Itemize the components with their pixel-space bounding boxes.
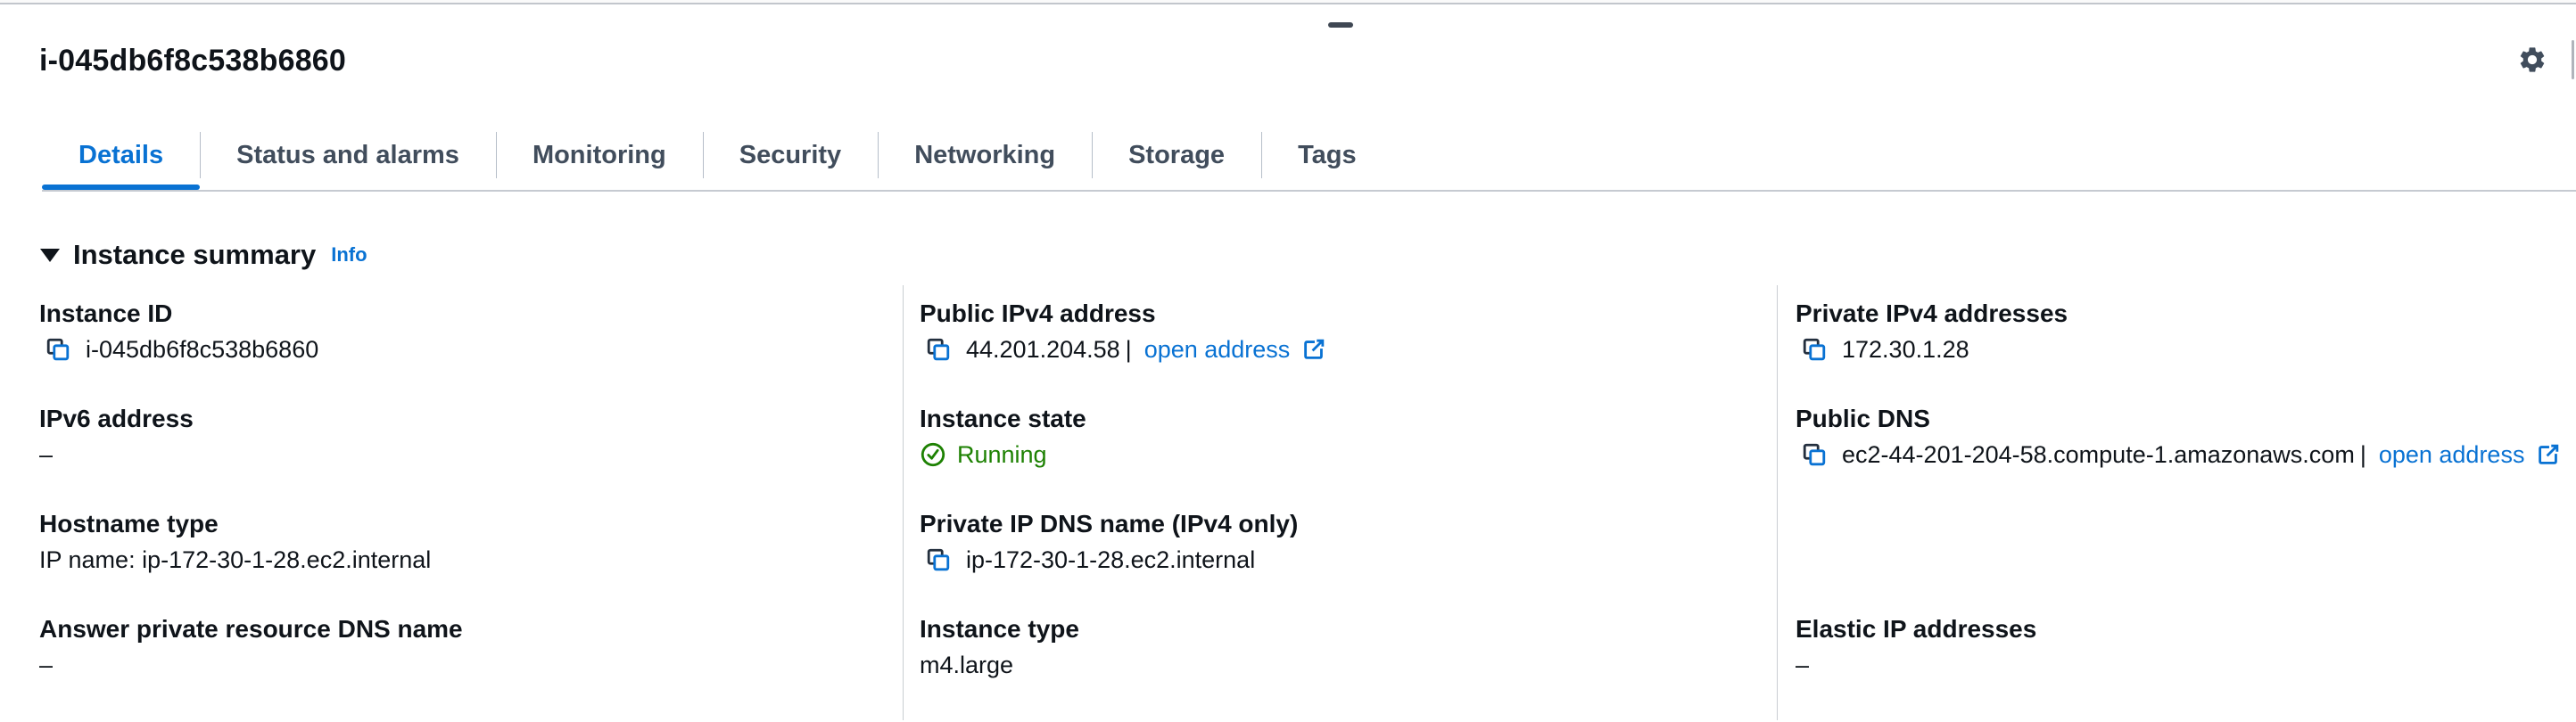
- field-value-row: –: [1796, 647, 2576, 683]
- copy-button[interactable]: [1801, 336, 1828, 363]
- tab-status-and-alarms[interactable]: Status and alarms: [200, 127, 496, 190]
- copy-button[interactable]: [45, 336, 71, 363]
- field-value: ec2-44-201-204-58.compute-1.amazonaws.co…: [1842, 437, 2355, 472]
- tab-storage[interactable]: Storage: [1092, 127, 1261, 190]
- tab-networking[interactable]: Networking: [878, 127, 1092, 190]
- copy-button[interactable]: [925, 336, 952, 363]
- field-value: IP name: ip-172-30-1-28.ec2.internal: [39, 542, 431, 578]
- preferences-button[interactable]: [2515, 44, 2549, 78]
- field-value: –: [39, 647, 53, 683]
- copy-icon: [1801, 441, 1828, 468]
- field-value-row: ec2-44-201-204-58.compute-1.amazonaws.co…: [1796, 437, 2576, 472]
- copy-button[interactable]: [925, 546, 952, 573]
- field-label: IPv6 address: [39, 403, 903, 435]
- tab-bar: DetailsStatus and alarmsMonitoringSecuri…: [42, 127, 2576, 192]
- info-link[interactable]: Info: [331, 243, 367, 267]
- copy-icon: [925, 546, 952, 573]
- field-label: Elastic IP addresses: [1796, 613, 2576, 645]
- field-value-row: ip-172-30-1-28.ec2.internal: [920, 542, 1777, 578]
- field-answer-private-resource-dns-name: Answer private resource DNS name–: [39, 613, 903, 683]
- tab-details[interactable]: Details: [42, 127, 200, 190]
- field-value: –: [39, 437, 53, 472]
- field-elastic-ip-addresses: Elastic IP addresses–: [1796, 613, 2576, 683]
- external-link-icon: [2535, 441, 2562, 468]
- field-label: Public DNS: [1796, 403, 2576, 435]
- field-label: Answer private resource DNS name: [39, 613, 903, 645]
- field-private-ipv4-addresses: Private IPv4 addresses172.30.1.28: [1796, 298, 2576, 367]
- field-label: Instance type: [920, 613, 1777, 645]
- field-label: Instance ID: [39, 298, 903, 330]
- section-title: Instance summary: [73, 236, 316, 274]
- tab-tags[interactable]: Tags: [1261, 127, 1393, 190]
- collapse-caret-icon[interactable]: [40, 249, 60, 262]
- field-value-row: –: [39, 647, 903, 683]
- copy-icon: [1801, 336, 1828, 363]
- field-label: Hostname type: [39, 508, 903, 540]
- open-address-link[interactable]: open address: [1144, 332, 1291, 367]
- field-value-row: i-045db6f8c538b6860: [39, 332, 903, 367]
- field-value-row: m4.large: [920, 647, 1777, 683]
- open-address-link[interactable]: open address: [2379, 437, 2525, 472]
- field-value: ip-172-30-1-28.ec2.internal: [966, 542, 1255, 578]
- field-value: 44.201.204.58: [966, 332, 1120, 367]
- field-value-row: 44.201.204.58| open address: [920, 332, 1777, 367]
- instance-details-panel: i-045db6f8c538b6860 DetailsStatus and al…: [0, 0, 2576, 722]
- field-hostname-type: Hostname typeIP name: ip-172-30-1-28.ec2…: [39, 508, 903, 578]
- copy-button[interactable]: [1801, 441, 1828, 468]
- copy-icon: [45, 336, 71, 363]
- status-success-icon: [920, 441, 946, 468]
- field-label: Private IPv4 addresses: [1796, 298, 2576, 330]
- field-value-row: Running: [920, 437, 1777, 472]
- summary-column-3: Private IPv4 addresses172.30.1.28 Public …: [1777, 285, 2576, 720]
- field-value-row: –: [39, 437, 903, 472]
- field-label: Instance state: [920, 403, 1777, 435]
- field-public-dns: Public DNSec2-44-201-204-58.compute-1.am…: [1796, 403, 2576, 472]
- value-link-separator: |: [1126, 336, 1132, 364]
- field-value: Running: [957, 437, 1047, 472]
- field-value-row: 172.30.1.28: [1796, 332, 2576, 367]
- field-instance-state: Instance stateRunning: [920, 403, 1777, 472]
- instance-summary-grid: Instance IDi-045db6f8c538b6860 IPv6 addre…: [0, 285, 2576, 720]
- field-private-ip-dns-name-ipv4-only: Private IP DNS name (IPv4 only)ip-172-30…: [920, 508, 1777, 578]
- external-link-icon: [1300, 336, 1327, 363]
- page-title: i-045db6f8c538b6860: [39, 43, 2537, 78]
- field-ipv6-address: IPv6 address–: [39, 403, 903, 472]
- status-success-icon-wrap: [920, 441, 946, 468]
- panel-header: i-045db6f8c538b6860: [39, 43, 2537, 78]
- summary-column-2: Public IPv4 address44.201.204.58| open ad…: [903, 285, 1777, 720]
- gear-icon: [2517, 45, 2547, 75]
- field-instance-id: Instance IDi-045db6f8c538b6860: [39, 298, 903, 367]
- field-label: Public IPv4 address: [920, 298, 1777, 330]
- split-panel-top-border: [0, 0, 2576, 4]
- field-spacer: [1796, 508, 2576, 578]
- summary-column-1: Instance IDi-045db6f8c538b6860 IPv6 addre…: [0, 285, 903, 720]
- value-link-separator: |: [2360, 441, 2366, 469]
- copy-icon: [925, 336, 952, 363]
- field-value: i-045db6f8c538b6860: [86, 332, 318, 367]
- field-value: 172.30.1.28: [1842, 332, 1969, 367]
- field-public-ipv4-address: Public IPv4 address44.201.204.58| open ad…: [920, 298, 1777, 367]
- external-link-icon-wrap: [2535, 441, 2562, 468]
- field-instance-type: Instance typem4.large: [920, 613, 1777, 683]
- field-value: m4.large: [920, 647, 1013, 683]
- tab-monitoring[interactable]: Monitoring: [496, 127, 703, 190]
- field-value-row: IP name: ip-172-30-1-28.ec2.internal: [39, 542, 903, 578]
- external-link-icon-wrap: [1300, 336, 1327, 363]
- split-panel-drag-handle[interactable]: [1328, 22, 1353, 28]
- scrollbar-thumb[interactable]: [2572, 40, 2574, 79]
- field-label: Private IP DNS name (IPv4 only): [920, 508, 1777, 540]
- tab-security[interactable]: Security: [703, 127, 878, 190]
- field-value: –: [1796, 647, 1809, 683]
- instance-summary-header: Instance summary Info: [40, 236, 2576, 274]
